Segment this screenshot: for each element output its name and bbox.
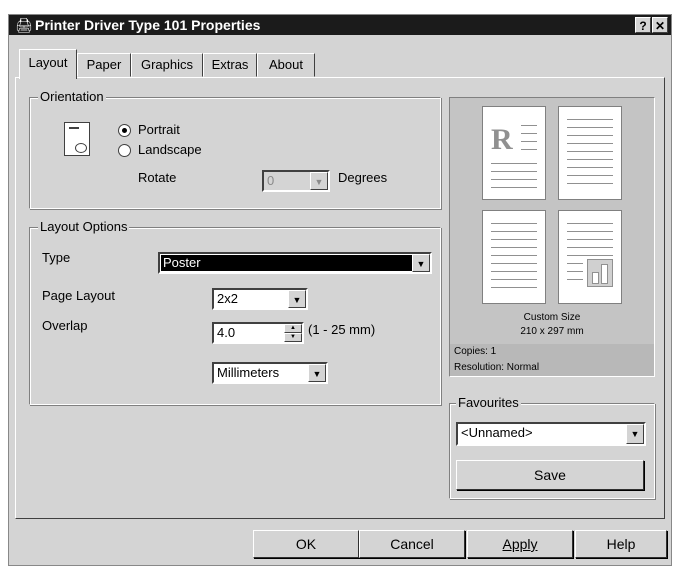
preview-page-3 — [482, 210, 546, 304]
page-layout-label: Page Layout — [42, 288, 116, 303]
portrait-label[interactable]: Portrait — [138, 122, 180, 137]
rotate-label: Rotate — [138, 170, 177, 185]
overlap-spinner[interactable]: 4.0 ▲ ▼ — [212, 322, 304, 344]
spin-up-icon[interactable]: ▲ — [284, 324, 302, 333]
favourites-select[interactable]: <Unnamed> ▼ — [456, 422, 646, 446]
tab-graphics[interactable]: Graphics — [131, 53, 203, 77]
apply-label: Apply — [502, 536, 538, 552]
rotate-select[interactable]: 0 ▼ — [262, 170, 330, 192]
layout-options-legend: Layout Options — [38, 219, 130, 234]
preview-size-name: Custom Size — [523, 312, 581, 323]
rotate-value: 0 — [267, 173, 275, 188]
save-button[interactable]: Save — [456, 460, 644, 490]
preview-chart-icon — [587, 259, 613, 287]
type-select[interactable]: Poster ▼ — [158, 252, 432, 274]
units-select[interactable]: Millimeters ▼ — [212, 362, 328, 384]
chevron-down-icon[interactable]: ▼ — [308, 364, 326, 382]
chevron-down-icon[interactable]: ▼ — [626, 424, 644, 444]
favourites-group: Favourites <Unnamed> ▼ Save — [449, 395, 655, 499]
preview-page-1: R — [482, 106, 546, 200]
preview-page-4 — [558, 210, 622, 304]
page-preview: R Custom Size 210 x 297 mm Copies: 1 Res… — [449, 97, 655, 377]
favourites-legend: Favourites — [456, 395, 521, 410]
apply-button[interactable]: Apply — [467, 530, 573, 558]
spin-down-icon[interactable]: ▼ — [284, 333, 302, 342]
overlap-value: 4.0 — [217, 325, 236, 340]
orientation-group: Orientation Portrait Landscape Rotate 0 … — [29, 89, 441, 209]
tab-paper[interactable]: Paper — [77, 53, 131, 77]
type-value: Poster — [161, 255, 413, 271]
preview-size-dims: 210 x 297 mm — [520, 326, 584, 337]
portrait-page-icon — [64, 122, 90, 156]
units-value: Millimeters — [217, 365, 280, 380]
tab-layout[interactable]: Layout — [19, 49, 77, 79]
page-layout-value: 2x2 — [217, 291, 238, 306]
chevron-down-icon[interactable]: ▼ — [288, 290, 306, 308]
chevron-down-icon[interactable]: ▼ — [310, 172, 328, 190]
resolution-info: Resolution: Normal — [450, 360, 654, 376]
overlap-range: (1 - 25 mm) — [308, 322, 376, 337]
close-title-button[interactable]: ✕ — [652, 17, 668, 33]
overlap-label: Overlap — [42, 318, 88, 333]
portrait-radio[interactable] — [118, 124, 131, 137]
page-layout-select[interactable]: 2x2 ▼ — [212, 288, 308, 310]
degrees-label: Degrees — [338, 170, 388, 185]
help-title-button[interactable]: ? — [635, 17, 651, 33]
help-button[interactable]: Help — [575, 530, 667, 558]
chevron-down-icon[interactable]: ▼ — [412, 254, 430, 272]
preview-letter: R — [491, 123, 513, 156]
window-title: Printer Driver Type 101 Properties — [35, 17, 261, 33]
ok-button[interactable]: OK — [253, 530, 359, 558]
tab-extras[interactable]: Extras — [203, 53, 257, 77]
title-bar[interactable]: 🖨 Printer Driver Type 101 Properties ? ✕ — [9, 15, 671, 35]
printer-icon: 🖨 — [15, 17, 33, 33]
layout-options-group: Layout Options Type Poster ▼ Page Layout… — [29, 219, 441, 405]
orientation-legend: Orientation — [38, 89, 106, 104]
type-label: Type — [42, 250, 71, 265]
copies-info: Copies: 1 — [450, 344, 654, 360]
preview-page-2 — [558, 106, 622, 200]
favourites-value: <Unnamed> — [461, 425, 533, 440]
landscape-radio[interactable] — [118, 144, 131, 157]
tab-about[interactable]: About — [257, 53, 315, 77]
cancel-button[interactable]: Cancel — [359, 530, 465, 558]
landscape-label[interactable]: Landscape — [138, 142, 202, 157]
properties-dialog: 🖨 Printer Driver Type 101 Properties ? ✕… — [8, 14, 672, 566]
